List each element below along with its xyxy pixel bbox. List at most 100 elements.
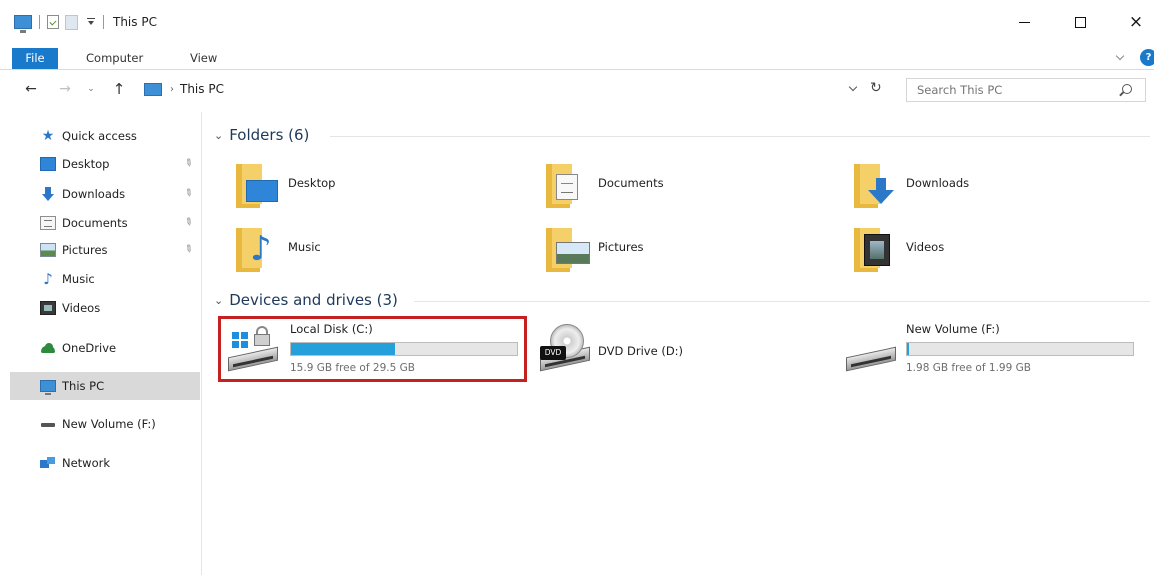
download-icon (40, 187, 56, 201)
onedrive-icon (40, 341, 56, 355)
breadcrumb-separator[interactable]: › (170, 84, 174, 95)
this-pc-icon (40, 380, 56, 395)
chevron-down-icon: ⌄ (214, 128, 224, 142)
drive-name: New Volume (F:) (906, 322, 1000, 336)
folder-label: Pictures (598, 240, 644, 254)
folder-label: Videos (906, 240, 945, 254)
sidebar-item-network[interactable]: Network (10, 451, 200, 475)
quick-access-toolbar: This PC (14, 12, 157, 33)
search-input[interactable] (906, 78, 1146, 102)
folders-section-header[interactable]: ⌄ Folders (6) (214, 125, 309, 145)
back-button[interactable]: ← (22, 80, 40, 98)
folder-documents[interactable]: Documents (546, 160, 796, 212)
help-icon[interactable]: ? (1140, 49, 1154, 66)
sidebar-item-label: Music (62, 272, 95, 286)
pictures-folder-icon (546, 224, 590, 272)
sidebar-item-label: Network (62, 456, 111, 470)
folder-videos[interactable]: Videos (854, 224, 1104, 276)
pin-icon[interactable]: ✎ (182, 157, 195, 171)
this-pc-icon[interactable] (14, 15, 32, 33)
drive-name: DVD Drive (D:) (598, 344, 684, 358)
sidebar-item-label: OneDrive (62, 341, 117, 355)
navigation-bar: ← → ⌄ ↑ › This PC ↻ (0, 76, 1154, 104)
drive-usage-fill (907, 343, 909, 355)
pin-icon[interactable]: ✎ (182, 216, 195, 230)
sidebar-item-new-volume[interactable]: New Volume (F:) (10, 412, 200, 436)
expand-ribbon-icon[interactable] (1116, 52, 1126, 62)
sidebar-item-music[interactable]: ♪ Music (10, 267, 200, 291)
folder-downloads[interactable]: Downloads (854, 160, 1104, 212)
up-button[interactable]: ↑ (110, 80, 128, 98)
minimize-button[interactable] (1004, 8, 1044, 36)
pin-icon[interactable]: ✎ (182, 187, 195, 201)
folder-label: Desktop (288, 176, 336, 190)
dvd-drive-icon: DVD (540, 324, 590, 372)
breadcrumb-this-pc[interactable]: This PC (180, 82, 224, 96)
videos-icon (40, 301, 56, 315)
pin-icon[interactable]: ✎ (182, 243, 195, 257)
section-title: Devices and drives (3) (229, 291, 398, 309)
sidebar-item-desktop[interactable]: Desktop ✎ (10, 152, 200, 176)
tab-file[interactable]: File (12, 48, 58, 69)
title-bar: This PC × (0, 0, 1154, 44)
desktop-icon (40, 157, 56, 171)
tab-computer[interactable]: Computer (86, 48, 143, 69)
sidebar-item-label: Downloads (62, 187, 126, 201)
network-icon (40, 456, 56, 470)
sidebar-item-label: This PC (62, 379, 105, 393)
forward-button[interactable]: → (56, 80, 74, 98)
folder-label: Music (288, 240, 321, 254)
sidebar-item-label: Pictures (62, 243, 108, 257)
recent-locations-button[interactable]: ⌄ (82, 80, 100, 98)
close-icon: × (1128, 12, 1144, 32)
folder-music[interactable]: ♪ Music (236, 224, 486, 276)
drive-icon (40, 417, 56, 431)
sidebar-item-label: Videos (62, 301, 101, 315)
new-folder-icon[interactable] (65, 14, 78, 30)
tab-view[interactable]: View (190, 48, 217, 69)
usb-drive-icon (846, 324, 896, 372)
drive-dvd-d[interactable]: DVD DVD Drive (D:) (540, 318, 740, 380)
videos-folder-icon (854, 224, 896, 272)
sidebar-item-downloads[interactable]: Downloads ✎ (10, 182, 200, 206)
refresh-icon[interactable]: ↻ (870, 80, 882, 96)
drive-new-volume-f[interactable]: New Volume (F:) 1.98 GB free of 1.99 GB (846, 318, 1138, 380)
toolbar-separator (103, 15, 104, 29)
music-folder-icon: ♪ (236, 224, 278, 272)
window-title: This PC (113, 15, 157, 29)
sidebar-item-onedrive[interactable]: OneDrive (10, 336, 200, 360)
folder-desktop[interactable]: Desktop (236, 160, 486, 212)
sidebar-item-documents[interactable]: Documents ✎ (10, 211, 200, 235)
folder-pictures[interactable]: Pictures (546, 224, 796, 276)
desktop-folder-icon (236, 160, 278, 208)
section-divider (414, 301, 1150, 302)
sidebar-item-label: Documents (62, 216, 128, 230)
devices-section-header[interactable]: ⌄ Devices and drives (3) (214, 290, 398, 310)
star-icon: ★ (41, 128, 55, 144)
close-button[interactable]: × (1116, 8, 1154, 36)
ribbon-tabs: File Computer View ? (0, 46, 1154, 70)
dvd-badge: DVD (540, 346, 566, 360)
downloads-folder-icon (854, 160, 896, 208)
highlight-box (218, 316, 527, 382)
drive-usage-bar (906, 342, 1134, 356)
sidebar-item-label: New Volume (F:) (62, 417, 156, 431)
address-bar[interactable]: › This PC (138, 77, 898, 101)
sidebar-item-pictures[interactable]: Pictures ✎ (10, 238, 200, 262)
section-divider (330, 136, 1150, 137)
folder-label: Documents (598, 176, 664, 190)
sidebar-item-quick-access[interactable]: ★ Quick access (10, 124, 200, 148)
maximize-button[interactable] (1060, 8, 1100, 36)
documents-icon (40, 216, 56, 230)
search-icon[interactable] (1122, 84, 1132, 94)
properties-icon[interactable] (47, 15, 59, 29)
customize-toolbar-icon[interactable] (86, 17, 96, 27)
drive-free-space: 1.98 GB free of 1.99 GB (906, 362, 1031, 374)
sidebar-item-this-pc[interactable]: This PC (10, 372, 200, 400)
sidebar-item-videos[interactable]: Videos (10, 296, 200, 320)
documents-folder-icon (546, 160, 588, 208)
toolbar-separator (39, 15, 40, 29)
address-history-dropdown[interactable] (850, 84, 858, 92)
sidebar-item-label: Desktop (62, 157, 110, 171)
sidebar-item-label: Quick access (62, 129, 137, 143)
